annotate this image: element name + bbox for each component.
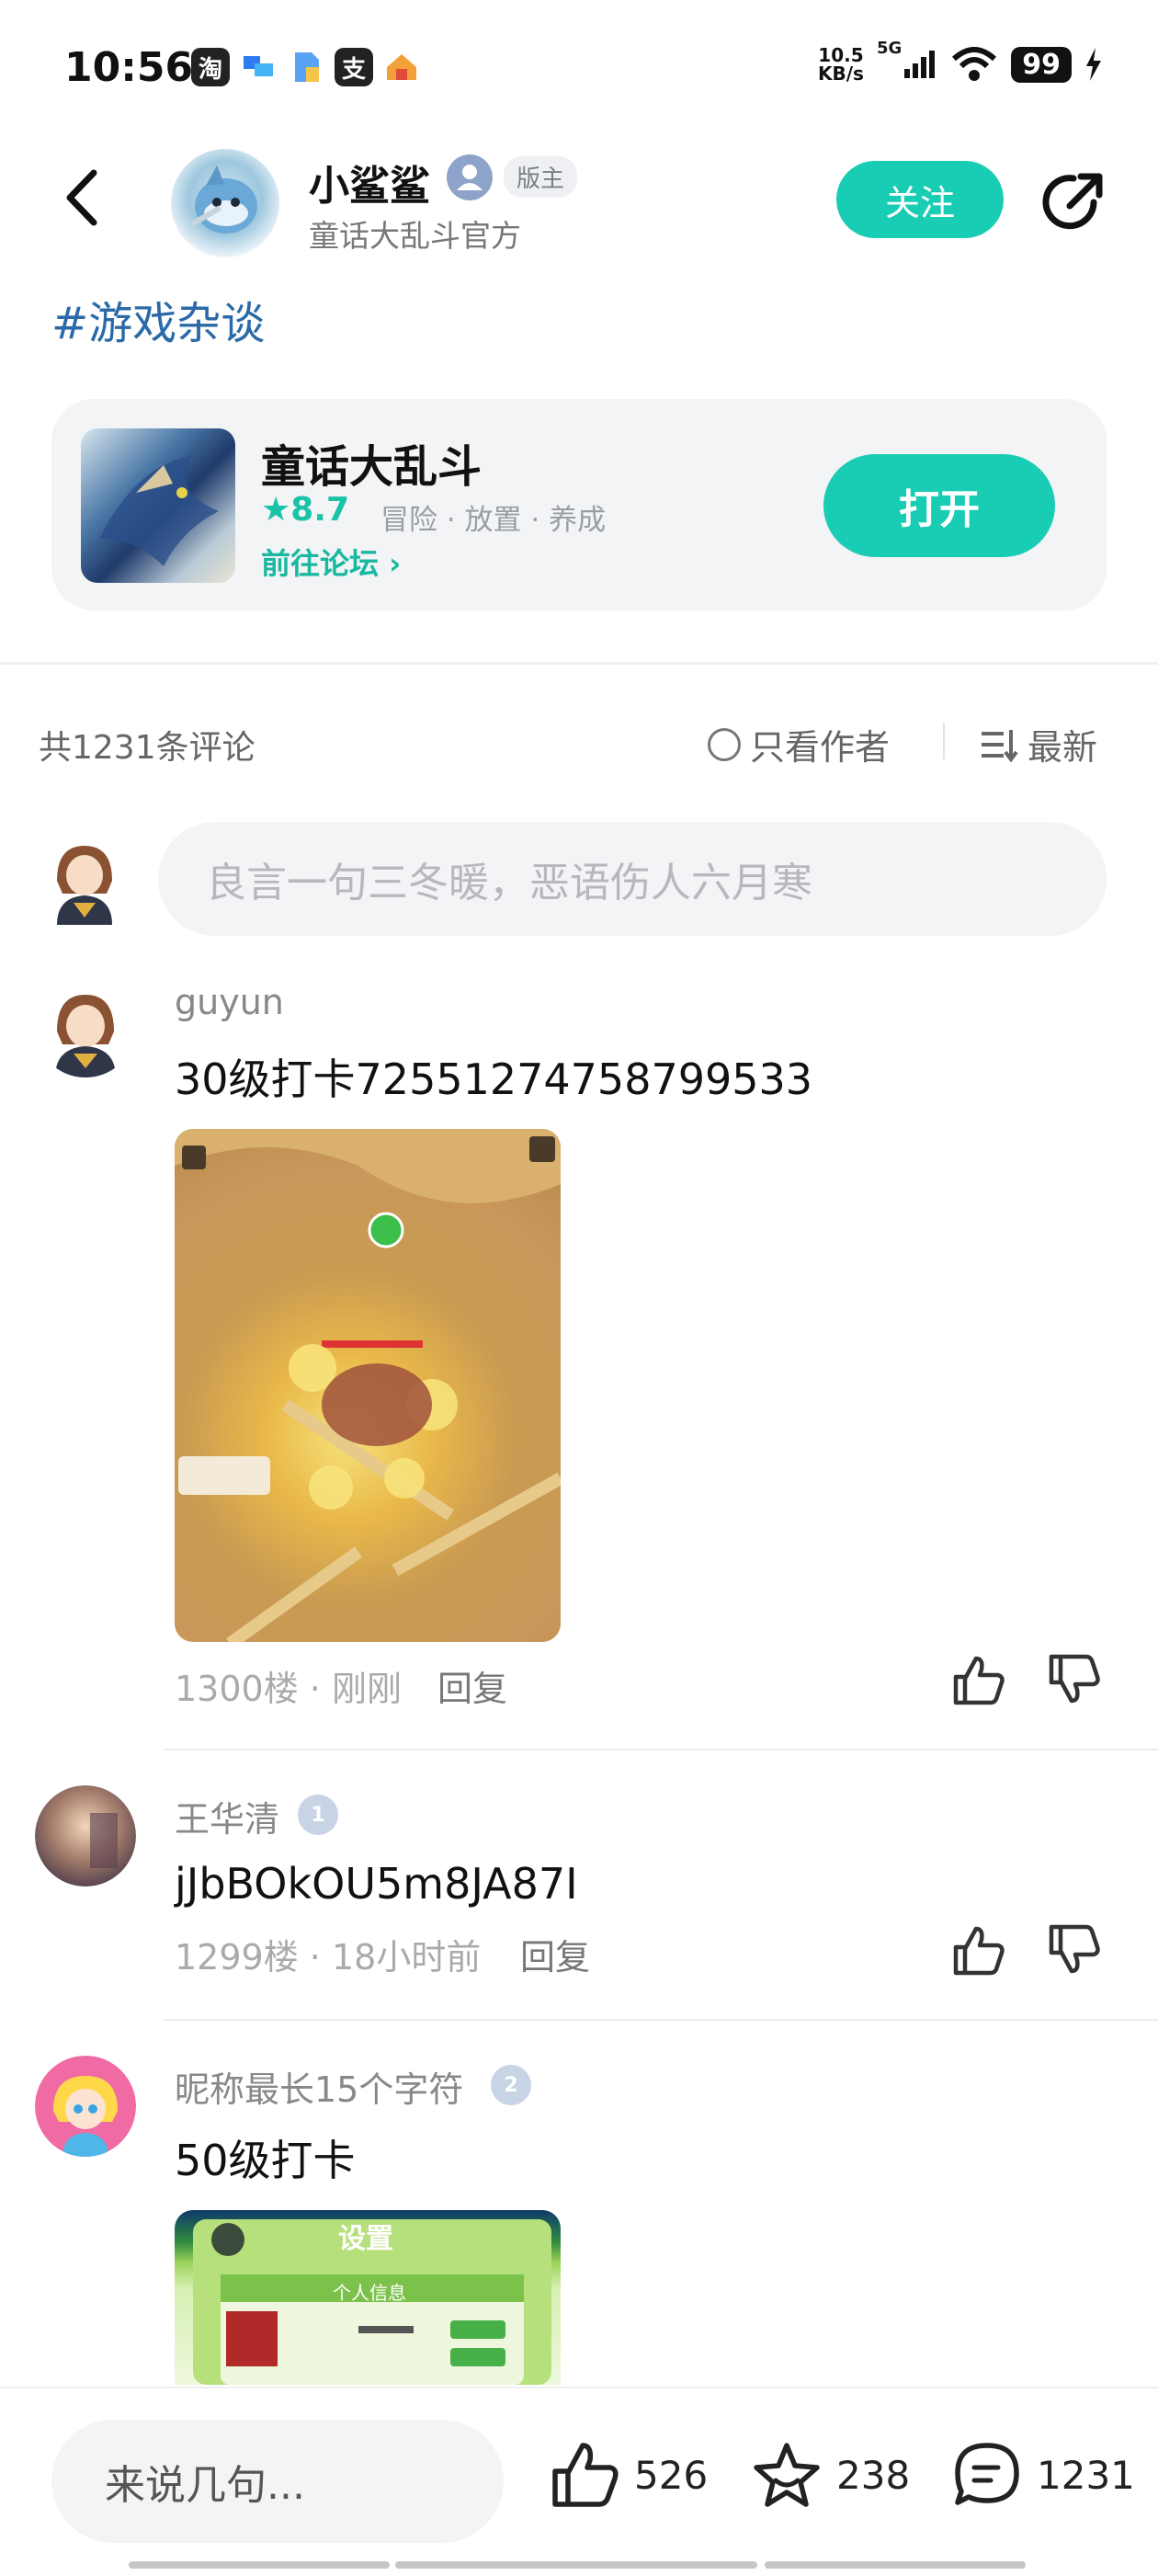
bottom-comment-input[interactable]: 来说几句... [51, 2420, 504, 2543]
screenshot-settings-title: 设置 [338, 2223, 393, 2255]
favorite-count: 238 [836, 2452, 911, 2498]
comment-input[interactable]: 良言一句三冬暖，恶语伤人六月寒 [158, 822, 1107, 936]
commenter-avatar[interactable] [35, 976, 136, 1077]
comment-image[interactable] [175, 1129, 561, 1642]
comment-meta: 1300楼 · 刚刚 [175, 1669, 402, 1709]
verified-user-icon [447, 154, 493, 200]
gesture-bar [129, 2561, 390, 2569]
dislike-icon[interactable] [1046, 1651, 1103, 1708]
comment-bubble-icon [955, 2443, 1019, 2505]
moderator-badge: 版主 [504, 156, 578, 198]
author-only-toggle[interactable]: 只看作者 [708, 719, 890, 769]
comments-button[interactable]: 1231 [950, 2438, 1135, 2512]
status-app-icons: 淘 支 [191, 48, 421, 86]
like-icon[interactable] [950, 1651, 1007, 1708]
comment-text: 30级打卡72551274758799533 [175, 1054, 813, 1104]
gesture-bar [765, 2561, 1026, 2569]
share-icon[interactable] [1037, 165, 1110, 239]
game-title: 童话大乱斗 [261, 441, 482, 493]
comment-text: 50级打卡 [175, 2136, 356, 2185]
game-thumbnail[interactable] [81, 428, 235, 583]
game-rating: ★8.7 [261, 491, 350, 529]
like-icon[interactable] [950, 1921, 1007, 1978]
author-only-label: 只看作者 [750, 727, 891, 768]
commenter-name[interactable]: 昵称最长15个字符 [175, 2061, 463, 2112]
dislike-icon[interactable] [1046, 1921, 1103, 1978]
alipay-icon: 支 [335, 48, 373, 86]
comment-image[interactable]: 设置 个人信息 [175, 2210, 561, 2385]
open-game-button[interactable]: 打开 [823, 454, 1055, 557]
sort-label: 最新 [1027, 727, 1098, 768]
sort-icon [982, 729, 1018, 762]
section-divider [0, 662, 1158, 665]
like-post-button[interactable]: 526 [548, 2438, 708, 2512]
like-icon [552, 2443, 619, 2507]
commenter-avatar[interactable] [35, 2056, 136, 2157]
gesture-bar [395, 2561, 757, 2569]
commenter-name[interactable]: 王华清 [175, 1791, 279, 1841]
comment-count: 共1231条评论 [39, 729, 255, 767]
commenter-avatar[interactable] [35, 1785, 136, 1886]
like-count: 526 [634, 2452, 709, 2498]
user-level-icon: 1 [298, 1795, 338, 1835]
author-subtitle: 童话大乱斗官方 [309, 218, 521, 254]
forum-link[interactable]: 前往论坛 › [261, 541, 401, 583]
status-time: 10:56 [64, 44, 194, 91]
back-button[interactable] [57, 165, 112, 230]
radio-circle-icon [708, 727, 741, 761]
comment-text: jJbBOkOU5m8JA87I [175, 1859, 578, 1909]
screenshot-personal-info: 个人信息 [333, 2282, 406, 2304]
chat-app-icon [239, 48, 278, 86]
comment-divider [164, 2019, 1158, 2021]
status-indicators: 10.5 KB/s 5G 99 [817, 39, 1103, 85]
star-icon [754, 2443, 820, 2507]
comment-total: 1231 [1037, 2452, 1135, 2498]
user-level-icon: 2 [491, 2065, 531, 2105]
comment-divider [164, 1749, 1158, 1750]
signal-icon: 5G [877, 39, 937, 78]
topic-tag[interactable]: #游戏杂谈 [51, 287, 265, 351]
home-app-icon [382, 48, 421, 86]
author-avatar[interactable] [171, 149, 279, 257]
taobao-icon: 淘 [191, 48, 230, 86]
author-name[interactable]: 小鲨鲨 [309, 153, 430, 211]
notes-app-icon [287, 48, 325, 86]
game-tags: 冒险 · 放置 · 养成 [380, 504, 607, 537]
sort-button[interactable]: 最新 [980, 719, 1097, 769]
net-speed: 10.5 KB/s [817, 44, 864, 85]
battery-indicator: 99 [1011, 46, 1072, 83]
my-avatar[interactable] [37, 829, 132, 925]
charging-icon [1086, 48, 1101, 81]
favorite-button[interactable]: 238 [750, 2438, 910, 2512]
comment-meta: 1299楼 · 18小时前 [175, 1937, 482, 1978]
follow-button[interactable]: 关注 [836, 161, 1004, 238]
commenter-name[interactable]: guyun [175, 982, 284, 1022]
wifi-icon [952, 47, 997, 81]
reply-button[interactable]: 回复 [437, 1660, 507, 1711]
header-separator [943, 723, 945, 759]
reply-button[interactable]: 回复 [520, 1929, 590, 1979]
